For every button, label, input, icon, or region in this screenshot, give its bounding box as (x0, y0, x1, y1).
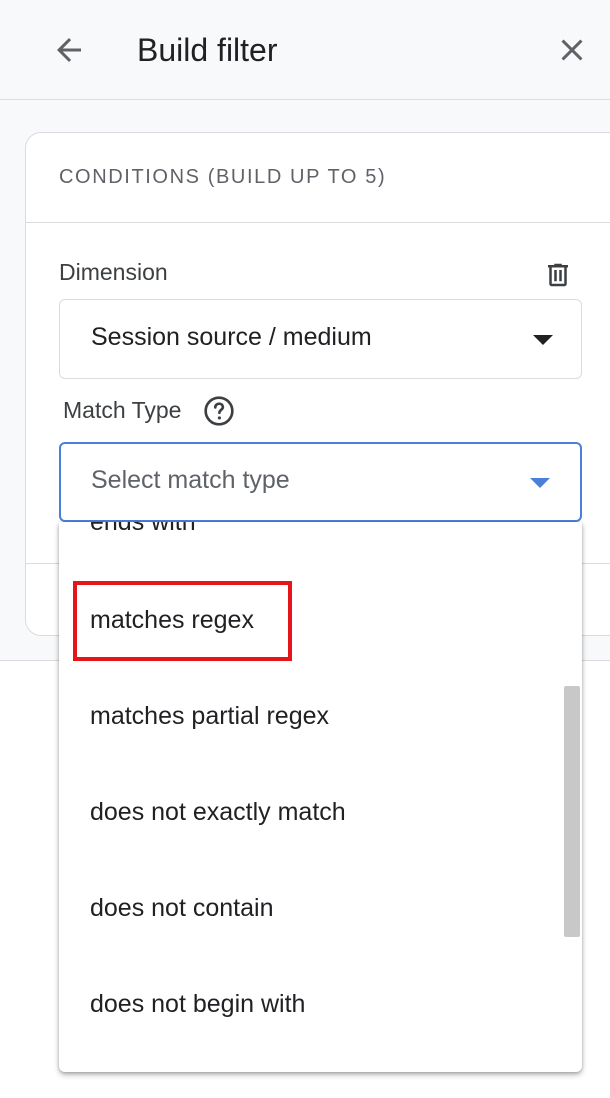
match-type-select[interactable]: Select match type (59, 442, 582, 522)
trash-icon (548, 263, 568, 287)
dimension-label: Dimension (59, 259, 168, 285)
card-header: CONDITIONS (BUILD UP TO 5) (26, 133, 610, 223)
menu-item-matches-regex[interactable]: matches regex (59, 572, 559, 668)
help-circle-icon-glyph (204, 396, 234, 426)
caret-down-icon (533, 335, 553, 345)
dropdown-scrollbar[interactable] (562, 522, 580, 1072)
menu-item-ends-with[interactable]: ends with (59, 522, 559, 570)
scrollbar-thumb[interactable] (564, 686, 580, 937)
arrow-left-icon (57, 38, 81, 62)
panel-header: Build filter (0, 0, 610, 100)
match-type-placeholder: Select match type (91, 466, 290, 494)
dimension-select[interactable]: Session source / medium (59, 299, 582, 379)
menu-item-does-not-contain[interactable]: does not contain (59, 860, 559, 956)
caret-down-icon (530, 478, 550, 488)
close-icon (561, 39, 583, 61)
delete-condition-button[interactable] (538, 255, 578, 295)
page-title: Build filter (137, 32, 278, 68)
menu-item-does-not-begin-with[interactable]: does not begin with (59, 956, 559, 1052)
build-filter-panel: Build filter CONDITIONS (BUILD UP TO 5) … (0, 0, 610, 1098)
match-type-label: Match Type (63, 397, 182, 423)
close-button[interactable] (548, 26, 596, 74)
conditions-title: CONDITIONS (BUILD UP TO 5) (59, 166, 387, 188)
back-button[interactable] (46, 26, 92, 74)
dimension-select-value: Session source / medium (91, 323, 372, 351)
help-circle-icon[interactable] (203, 395, 235, 427)
match-type-dropdown[interactable]: ends with matches regex matches partial … (59, 522, 582, 1072)
menu-item-matches-partial-regex[interactable]: matches partial regex (59, 668, 559, 764)
menu-item-does-not-exactly-match[interactable]: does not exactly match (59, 764, 559, 860)
